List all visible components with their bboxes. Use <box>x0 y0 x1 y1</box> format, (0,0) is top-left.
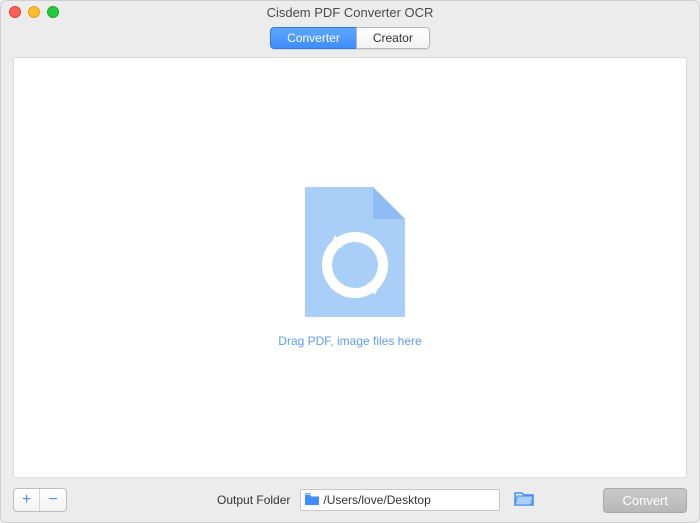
convert-button[interactable]: Convert <box>603 488 687 513</box>
remove-button[interactable]: − <box>40 489 66 511</box>
output-path-text: /Users/love/Desktop <box>323 493 499 507</box>
app-window: Cisdem PDF Converter OCR Converter Creat… <box>0 0 700 523</box>
content-frame: Drag PDF, image files here <box>13 57 687 478</box>
maximize-icon[interactable] <box>47 6 59 18</box>
tabbar: Converter Creator <box>1 23 699 57</box>
window-title: Cisdem PDF Converter OCR <box>1 5 699 20</box>
dropzone-hint: Drag PDF, image files here <box>278 334 421 348</box>
add-remove-group: + − <box>13 488 67 512</box>
footer: + − Output Folder /Users/love/Desktop Co… <box>1 478 699 522</box>
titlebar: Cisdem PDF Converter OCR <box>1 1 699 23</box>
dropzone[interactable]: Drag PDF, image files here <box>278 187 421 348</box>
folder-icon <box>305 492 319 508</box>
browse-folder-button[interactable] <box>510 490 538 511</box>
output-path-field[interactable]: /Users/love/Desktop <box>300 489 500 511</box>
add-button[interactable]: + <box>14 489 40 511</box>
tab-converter[interactable]: Converter <box>270 27 356 49</box>
close-icon[interactable] <box>9 6 21 18</box>
output-folder-label: Output Folder <box>217 493 290 507</box>
tab-segmented-control: Converter Creator <box>270 27 430 49</box>
file-refresh-icon <box>295 187 405 322</box>
minimize-icon[interactable] <box>28 6 40 18</box>
tab-creator[interactable]: Creator <box>356 27 430 49</box>
